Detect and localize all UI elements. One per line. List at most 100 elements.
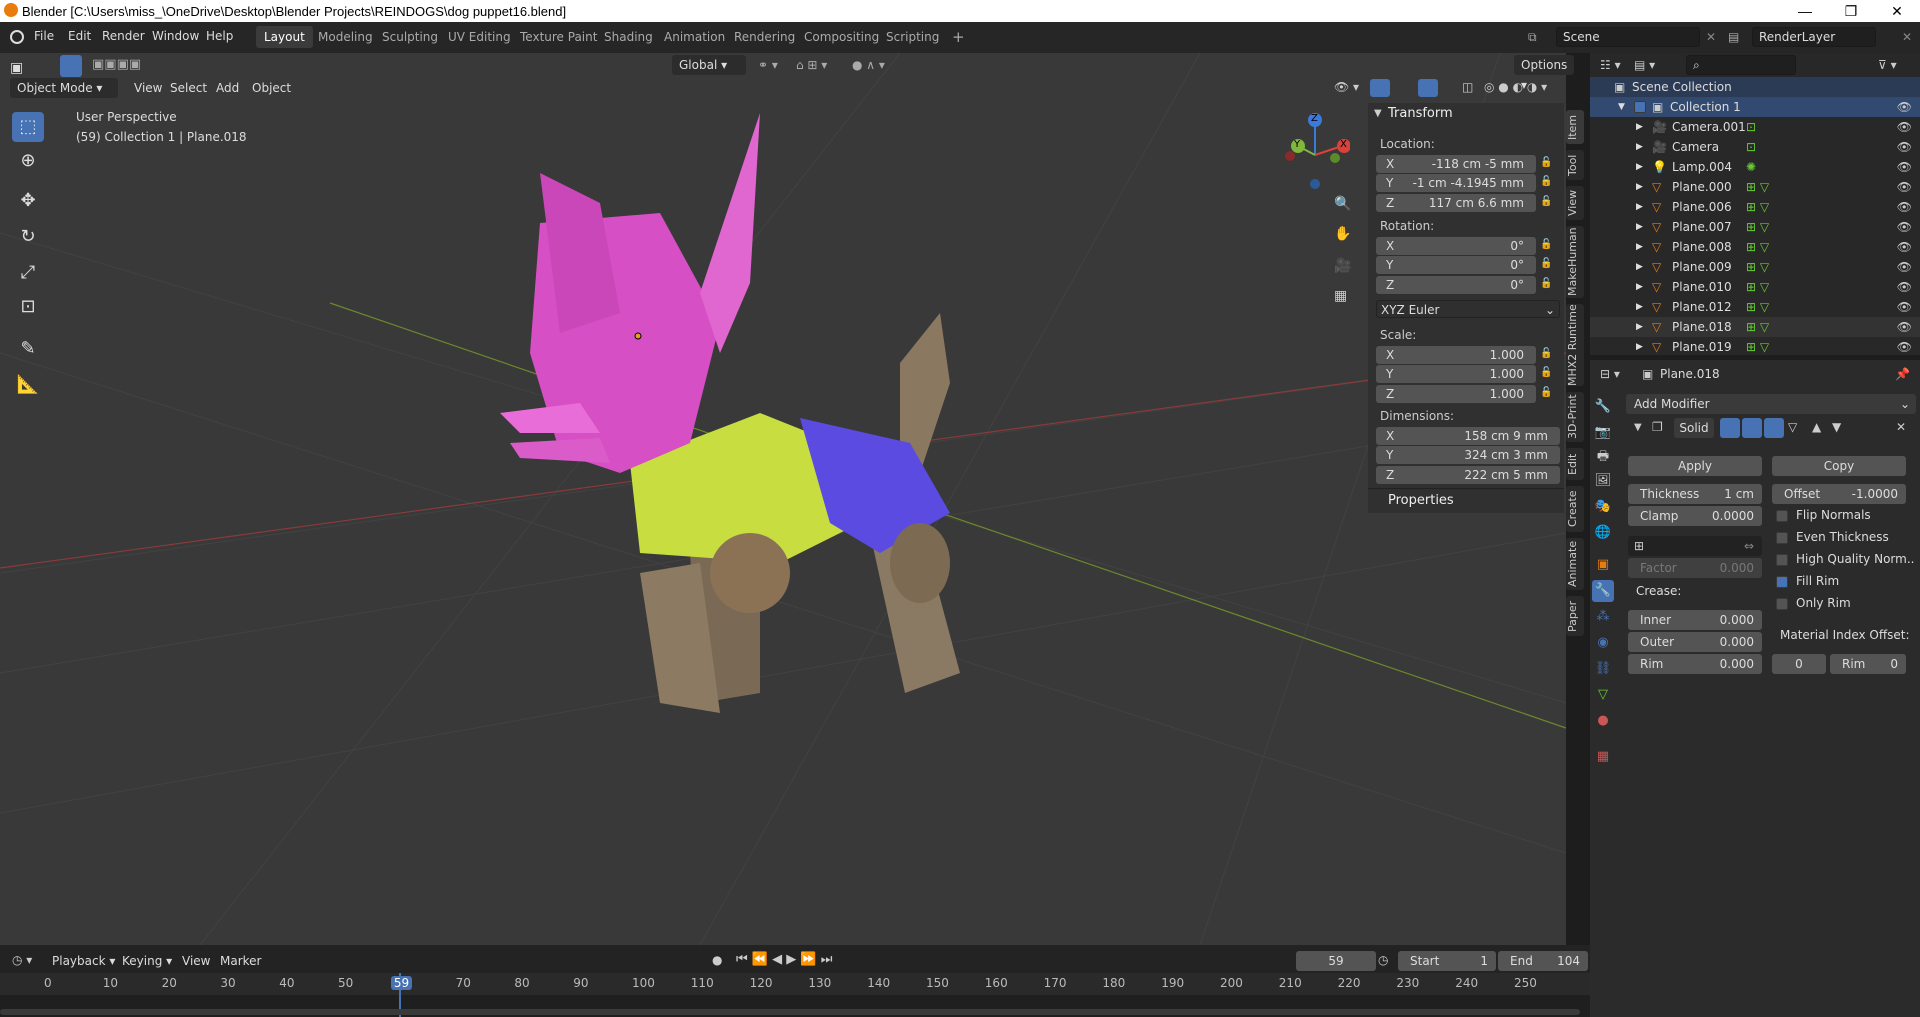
renderlayer-selector[interactable]: RenderLayer: [1752, 27, 1876, 47]
visibility-eye-icon[interactable]: 👁: [1897, 237, 1912, 257]
lock-icon[interactable]: 🔓: [1540, 258, 1554, 272]
expand-icon[interactable]: ▶: [1636, 297, 1643, 317]
scale-z-field[interactable]: Z 1.000: [1376, 385, 1536, 403]
menu-render[interactable]: Render: [102, 29, 145, 43]
playback-controls-icon[interactable]: ⏮ ⏪ ◀ ▶ ⏩ ⏭: [736, 952, 832, 967]
outliner-item[interactable]: ▶ ▽ Plane.010 ⊞ ▽ 👁: [1590, 277, 1920, 297]
tool-properties-icon[interactable]: 🔧: [1592, 396, 1614, 418]
render-properties-icon[interactable]: 📷: [1592, 422, 1614, 444]
outliner-collection-1[interactable]: ▼ ▣ Collection 1 👁: [1590, 97, 1920, 117]
view-layer-icon[interactable]: 🖼: [1592, 470, 1614, 492]
tab-shading[interactable]: Shading: [596, 26, 661, 48]
object-mode-dropdown[interactable]: Object Mode ▾: [10, 78, 118, 98]
expand-icon[interactable]: ▶: [1636, 197, 1643, 217]
expand-icon[interactable]: ▶: [1636, 257, 1643, 277]
object-properties-icon[interactable]: ▣: [1592, 554, 1614, 576]
visibility-eye-icon[interactable]: 👁: [1897, 117, 1912, 137]
visibility-eye-icon[interactable]: 👁: [1897, 177, 1912, 197]
display-mode-icon[interactable]: ▤ ▾: [1634, 58, 1655, 72]
thickness-field[interactable]: Thickness 1 cm: [1628, 484, 1762, 504]
copy-button[interactable]: Copy: [1772, 456, 1906, 476]
pivot-icon[interactable]: ⚭ ▾: [758, 58, 778, 72]
close-window-button[interactable]: ✕: [1874, 0, 1920, 22]
outliner-item[interactable]: ▶ ▽ Plane.009 ⊞ ▽ 👁: [1590, 257, 1920, 277]
zoom-icon[interactable]: 🔍: [1334, 196, 1351, 212]
rotation-x-field[interactable]: X 0°: [1376, 237, 1536, 255]
remove-modifier-icon[interactable]: ✕: [1896, 420, 1906, 434]
renderlayer-icon[interactable]: ▤: [1728, 30, 1739, 44]
scale-tool[interactable]: ⤢: [12, 258, 44, 288]
move-down-icon[interactable]: ▼: [1832, 420, 1841, 434]
outliner-editor-icon[interactable]: ☷ ▾: [1600, 58, 1621, 72]
visibility-eye-icon[interactable]: 👁: [1897, 317, 1912, 337]
crease-rim-field[interactable]: Rim 0.000: [1628, 654, 1762, 674]
world-properties-icon[interactable]: 🌐: [1592, 522, 1614, 544]
location-y-field[interactable]: Y -1 cm -4.1945 mm: [1376, 174, 1536, 192]
annotate-tool[interactable]: ✎: [12, 334, 44, 364]
expand-icon[interactable]: ▶: [1636, 337, 1643, 357]
outliner-item[interactable]: ▶ ▽ Plane.012 ⊞ ▽ 👁: [1590, 297, 1920, 317]
sidetab-3d-print[interactable]: 3D-Print: [1566, 392, 1584, 442]
record-icon[interactable]: ●: [712, 953, 722, 967]
sidetab-edit[interactable]: Edit: [1566, 448, 1584, 480]
modifier-properties-icon[interactable]: 🔧: [1592, 580, 1614, 602]
lock-icon[interactable]: 🔓: [1540, 348, 1554, 362]
lock-icon[interactable]: 🔓: [1540, 196, 1554, 210]
transform-tool[interactable]: ⊡: [12, 292, 44, 322]
outliner-item[interactable]: ▶ ▽ Plane.008 ⊞ ▽ 👁: [1590, 237, 1920, 257]
visibility-eye-icon[interactable]: 👁: [1897, 137, 1912, 157]
cursor-tool[interactable]: ⊕: [12, 146, 44, 176]
measure-tool[interactable]: 📐: [12, 370, 44, 400]
filter-icon[interactable]: ⊽ ▾: [1878, 58, 1897, 72]
location-x-field[interactable]: X -118 cm -5 mm: [1376, 155, 1536, 173]
outliner-item[interactable]: ▶ ▽ Plane.019 ⊞ ▽ 👁: [1590, 337, 1920, 357]
dimensions-x-field[interactable]: X 158 cm 9 mm: [1376, 427, 1560, 445]
expand-icon[interactable]: ▶: [1636, 117, 1643, 137]
cage-icon[interactable]: ▽: [1788, 420, 1797, 434]
lock-icon[interactable]: 🔓: [1540, 239, 1554, 253]
close-icon[interactable]: ✕: [1902, 30, 1912, 44]
tab-uv-editing[interactable]: UV Editing: [440, 26, 519, 48]
outliner-item[interactable]: ▶ ▽ Plane.000 ⊞ ▽ 👁: [1590, 177, 1920, 197]
options-dropdown[interactable]: Options ▾: [1514, 55, 1575, 92]
tab-rendering[interactable]: Rendering: [726, 26, 803, 48]
navigation-gizmo[interactable]: Z X Y: [1280, 110, 1351, 190]
transform-orientation-dropdown[interactable]: Global ▾: [672, 55, 746, 75]
viewport-toggle-icon[interactable]: [1742, 418, 1762, 438]
current-frame-field[interactable]: 59: [1296, 951, 1376, 971]
timeline-editor-icon[interactable]: ◷ ▾: [12, 953, 32, 967]
constraints-icon[interactable]: ⛓: [1592, 658, 1614, 680]
rotate-tool[interactable]: ↻: [12, 222, 44, 252]
visibility-eye-icon[interactable]: 👁: [1897, 197, 1912, 217]
lock-icon[interactable]: 🔓: [1540, 367, 1554, 381]
expand-icon[interactable]: ▶: [1636, 177, 1643, 197]
viewport-menu-object[interactable]: Object: [252, 81, 291, 95]
crease-outer-field[interactable]: Outer 0.000: [1628, 632, 1762, 652]
snap-icon[interactable]: ⌂ ⊞ ▾: [796, 58, 827, 72]
material-rim-offset-field[interactable]: Rim 0: [1830, 654, 1906, 674]
physics-icon[interactable]: ◉: [1592, 632, 1614, 654]
timeline-scrollbar[interactable]: [0, 1009, 1580, 1015]
ortho-grid-icon[interactable]: ▦: [1334, 288, 1347, 304]
scene-icon[interactable]: ⧉: [1528, 30, 1537, 45]
lock-icon[interactable]: 🔓: [1540, 278, 1554, 292]
select-mode-icons[interactable]: ▣▣▣▣: [92, 57, 141, 72]
menu-edit[interactable]: Edit: [68, 29, 91, 43]
blender-menu-icon[interactable]: [10, 30, 24, 44]
xray-icon[interactable]: ◫: [1462, 80, 1473, 94]
outliner-item[interactable]: ▶ ▽ Plane.006 ⊞ ▽ 👁: [1590, 197, 1920, 217]
high-quality-normals-checkbox[interactable]: [1776, 554, 1788, 566]
sidetab-tool[interactable]: Tool: [1566, 150, 1584, 180]
visibility-icon[interactable]: 👁 ▾: [1334, 80, 1359, 94]
proportional-edit-icon[interactable]: ● ∧ ▾: [852, 58, 885, 72]
add-workspace-button[interactable]: +: [944, 26, 973, 48]
add-modifier-dropdown[interactable]: Add Modifier ⌄: [1626, 394, 1916, 414]
outliner-scene-collection[interactable]: ▣ Scene Collection: [1590, 77, 1920, 97]
clamp-field[interactable]: Clamp 0.0000: [1628, 506, 1762, 526]
viewport-menu-view[interactable]: View: [134, 81, 162, 95]
expand-icon[interactable]: ▶: [1636, 157, 1643, 177]
visibility-eye-icon[interactable]: 👁: [1897, 337, 1912, 357]
close-icon[interactable]: ✕: [1706, 30, 1716, 44]
pan-hand-icon[interactable]: ✋: [1334, 226, 1351, 242]
material-icon[interactable]: ●: [1592, 710, 1614, 732]
